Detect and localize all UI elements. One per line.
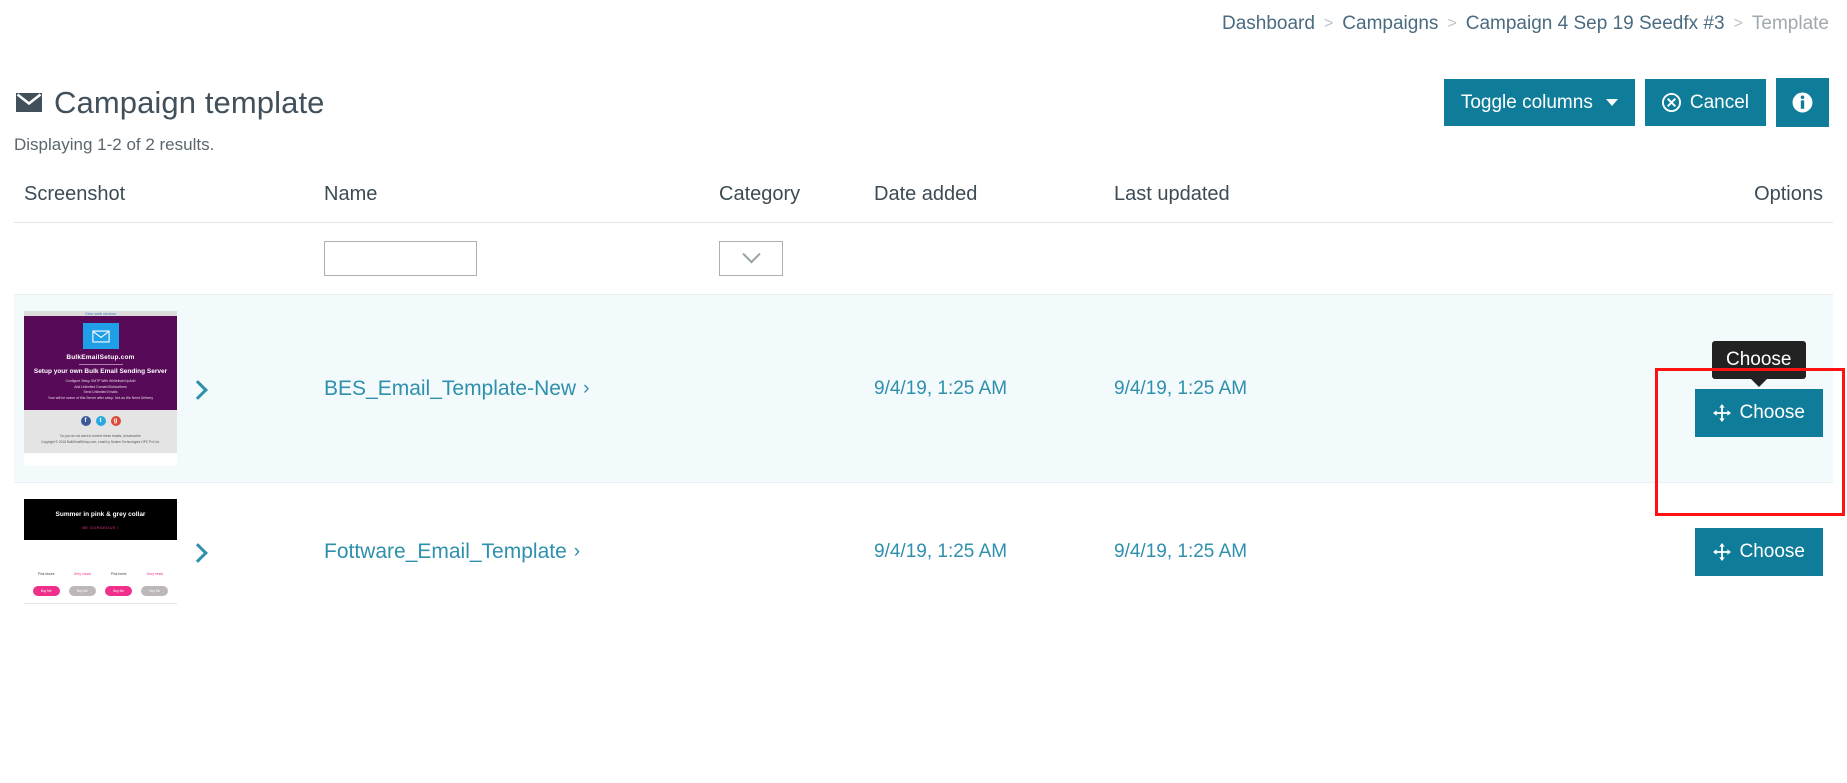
breadcrumb: Dashboard > Campaigns > Campaign 4 Sep 1… (1222, 12, 1829, 36)
facebook-icon: f (80, 416, 91, 427)
cell-name: Fottware_Email_Template › (314, 483, 709, 620)
thumb-divider (78, 364, 123, 365)
templates-table: Screenshot Name Category Date added Last… (14, 175, 1833, 620)
chevron-down-icon (741, 245, 761, 264)
thumb-product-caption: Grey heels (146, 572, 164, 576)
chevron-right-icon: › (583, 377, 590, 399)
thumb-product: Grey shoes Buy Me (64, 572, 100, 597)
thumb-copyright: Copyright © 2018 BulkEmailSetup.com, ema… (41, 440, 160, 445)
thumb-product-button: Buy Me (32, 586, 60, 596)
breadcrumb-separator: > (1447, 15, 1457, 32)
thumb-subtitle: BE GORGEOUS ! (82, 525, 119, 530)
cell-category (709, 295, 864, 482)
column-header-name: Name (324, 183, 378, 205)
table-header-row: Screenshot Name Category Date added Last… (14, 175, 1833, 223)
cell-screenshot: Summer in pink & grey collar BE GORGEOUS… (14, 483, 314, 620)
results-count: Displaying 1-2 of 2 results. (14, 135, 215, 154)
cell-screenshot: View web version BulkEmailSetup.com Setu… (14, 295, 314, 482)
thumb-product: Pink shoes Buy Me (28, 572, 64, 597)
breadcrumb-item-campaign[interactable]: Campaign 4 Sep 19 Seedfx #3 (1466, 12, 1725, 36)
cell-date-added: 9/4/19, 1:25 AM (874, 377, 1008, 399)
toggle-columns-button[interactable]: Toggle columns (1443, 79, 1635, 126)
thumb-bullet: Add Unlimited Domain/Subscribers (74, 384, 127, 389)
thumb-bullet: Configure Setup SMTP With Whitelisted Ip… (65, 379, 136, 383)
thumb-headline: Setup your own Bulk Email Sending Server (33, 368, 168, 375)
template-name-link[interactable]: Fottware_Email_Template › (324, 540, 580, 564)
table-filter-row (14, 223, 1833, 295)
thumb-bullet: Your will be owner of this Server after … (47, 395, 154, 400)
choose-tooltip: Choose (1712, 340, 1806, 387)
breadcrumb-item-dashboard[interactable]: Dashboard (1222, 12, 1315, 36)
cell-options: Choose (1459, 483, 1833, 620)
filter-cell-name (314, 241, 709, 276)
breadcrumb-separator: > (1323, 15, 1334, 32)
cell-last-updated: 9/4/19, 1:25 AM (1114, 540, 1248, 562)
info-circle-icon (1792, 92, 1813, 113)
filter-cell-category (709, 241, 864, 276)
move-arrows-icon (1712, 542, 1731, 561)
column-header-date-added: Date added (874, 183, 978, 205)
thumb-product-caption: Pink heels (110, 572, 127, 576)
template-thumbnail[interactable]: Summer in pink & grey collar BE GORGEOUS… (24, 499, 177, 604)
thumb-product-button: Buy Me (105, 586, 133, 596)
cell-last-updated: 9/4/19, 1:25 AM (1114, 377, 1248, 399)
thumb-bullet: Send Unlimited Emails (83, 390, 118, 395)
cell-date-added: 9/4/19, 1:25 AM (874, 540, 1008, 562)
column-header-options: Options (1754, 183, 1823, 205)
page-header: Campaign template Toggle columns Cancel (16, 78, 1829, 127)
column-header-last-updated: Last updated (1114, 183, 1230, 205)
table-row[interactable]: Summer in pink & grey collar BE GORGEOUS… (14, 483, 1833, 620)
choose-button[interactable]: Choose (1694, 527, 1823, 576)
table-row[interactable]: View web version BulkEmailSetup.com Setu… (14, 295, 1833, 483)
thumbnail-expand-chevron-icon[interactable] (191, 380, 205, 398)
page-title: Campaign template (16, 85, 325, 121)
chevron-right-icon: › (573, 540, 581, 562)
column-header-category: Category (719, 183, 801, 205)
choose-label: Choose (1739, 401, 1806, 423)
cell-category (709, 483, 864, 620)
breadcrumb-item-campaigns[interactable]: Campaigns (1342, 12, 1438, 36)
thumb-blank-area (24, 540, 177, 568)
cell-options: Choose Choose (1459, 295, 1833, 482)
thumb-footer-line: Do you do not want to receive these emai… (60, 434, 141, 439)
name-filter-input[interactable] (324, 241, 477, 276)
category-filter-select[interactable] (719, 241, 783, 276)
template-name-link[interactable]: BES_Email_Template-New › (324, 377, 589, 401)
thumb-title: Summer in pink & grey collar (55, 511, 146, 518)
page-title-text: Campaign template (54, 84, 325, 120)
template-name-text: BES_Email_Template-New (324, 376, 577, 400)
thumb-blank-area (24, 453, 177, 466)
template-name-text: Fottware_Email_Template (324, 539, 567, 563)
thumb-product-button: Buy Me (141, 586, 169, 596)
thumb-product-caption: Pink shoes (37, 572, 55, 576)
toggle-columns-label: Toggle columns (1460, 92, 1593, 113)
breadcrumb-item-template: Template (1751, 13, 1829, 34)
choose-button[interactable]: Choose (1694, 388, 1823, 437)
thumb-product: Pink heels Buy Me (101, 572, 137, 597)
cell-name: BES_Email_Template-New › (314, 295, 709, 482)
envelope-icon (16, 93, 42, 112)
thumb-brand: BulkEmailSetup.com (66, 354, 135, 361)
thumb-logo-icon (82, 323, 119, 349)
thumbnail-expand-chevron-icon[interactable] (191, 543, 205, 561)
campaign-template-page: Dashboard > Campaigns > Campaign 4 Sep 1… (0, 0, 1847, 783)
breadcrumb-separator: > (1733, 15, 1743, 32)
template-thumbnail[interactable]: View web version BulkEmailSetup.com Setu… (24, 311, 177, 466)
thumb-product-button: Buy Me (68, 586, 96, 596)
cancel-button[interactable]: Cancel (1644, 79, 1766, 126)
chevron-down-icon (1605, 99, 1618, 106)
choose-label: Choose (1739, 540, 1806, 562)
cancel-circle-icon (1661, 93, 1681, 112)
move-arrows-icon (1712, 403, 1731, 422)
column-header-screenshot: Screenshot (24, 183, 126, 205)
thumb-product-caption: Grey shoes (73, 572, 92, 576)
cancel-label: Cancel (1689, 92, 1749, 113)
googleplus-icon: g (110, 416, 121, 427)
header-actions: Toggle columns Cancel (1443, 78, 1829, 127)
twitter-icon: t (95, 416, 106, 427)
thumb-product: Grey heels Buy Me (137, 572, 173, 597)
info-button[interactable] (1776, 78, 1829, 127)
